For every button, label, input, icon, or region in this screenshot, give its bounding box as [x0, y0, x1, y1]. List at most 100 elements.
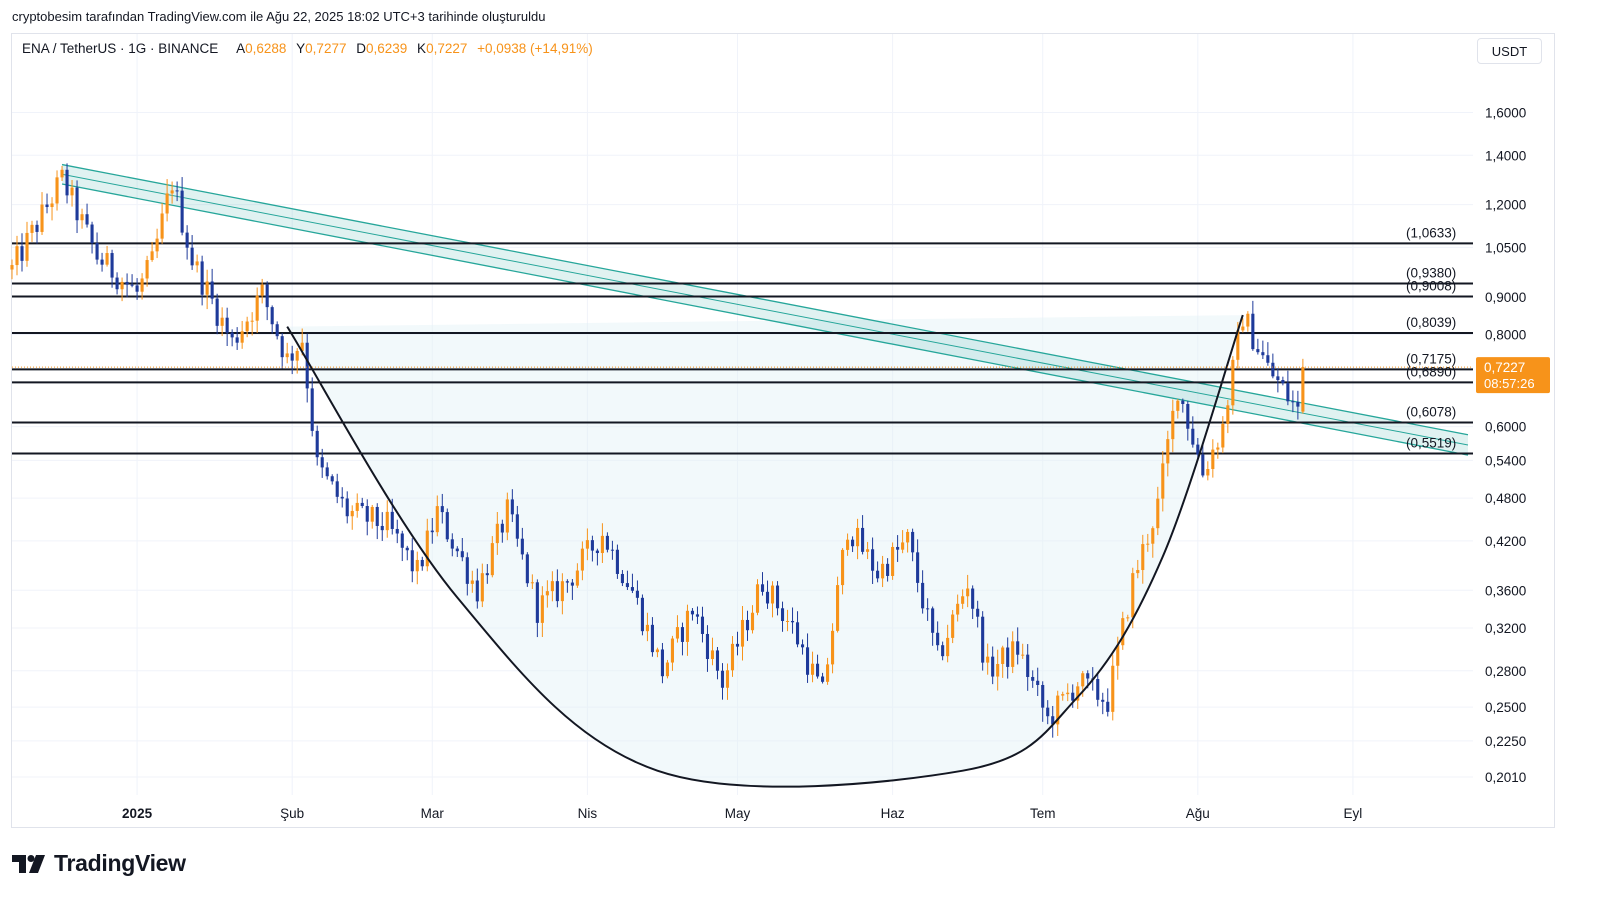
candle-body	[1301, 367, 1305, 412]
currency-selector[interactable]: USDT	[1477, 38, 1542, 64]
x-tick-label: Şub	[280, 806, 304, 821]
candle-body	[575, 570, 579, 586]
candle-body	[851, 539, 855, 547]
candle-body	[445, 512, 449, 540]
level-label: (0,9008)	[1406, 279, 1456, 294]
candle-body	[800, 644, 805, 648]
candle-body	[605, 535, 609, 550]
tradingview-logo-icon	[12, 854, 45, 873]
candle-body	[715, 650, 720, 671]
candle-body	[720, 670, 725, 688]
candle-body	[45, 204, 49, 208]
candle-body	[370, 506, 374, 522]
candle-body	[510, 499, 514, 515]
candle-body	[190, 247, 194, 266]
symbol-name[interactable]: ENA / TetherUS · 1G · BINANCE	[22, 41, 218, 56]
candle-body	[560, 581, 564, 602]
candle-body	[200, 261, 204, 295]
candle-body	[1006, 647, 1010, 667]
candle-body	[1216, 447, 1220, 450]
candle-body	[20, 246, 24, 261]
candle-body	[60, 169, 64, 178]
candle-body	[580, 548, 584, 571]
candle-body	[145, 260, 149, 279]
candle-body	[710, 650, 715, 660]
candle-body	[235, 337, 239, 343]
candle-body	[665, 662, 669, 677]
candle-body	[740, 619, 745, 647]
candle-body	[1251, 313, 1255, 350]
candle-body	[816, 663, 820, 677]
candle-body	[405, 547, 409, 551]
candle-body	[1061, 694, 1065, 696]
candle-body	[465, 557, 469, 584]
candle-body	[310, 388, 314, 431]
candle-body	[941, 645, 945, 657]
candle-body	[220, 317, 224, 326]
candle-body	[1211, 449, 1215, 470]
candle-body	[100, 259, 104, 265]
candle-body	[345, 498, 349, 517]
candle-body	[961, 596, 965, 604]
candle-body	[1276, 376, 1280, 381]
x-tick-label: May	[725, 806, 751, 821]
y-tick-label: 1,6000	[1485, 106, 1526, 121]
candle-body	[1166, 439, 1170, 464]
x-tick-label: 2025	[122, 806, 153, 821]
tradingview-logo[interactable]: TradingView	[12, 850, 186, 877]
candle-body	[210, 281, 214, 299]
candle-body	[70, 187, 74, 196]
candle-body	[911, 531, 915, 553]
candle-body	[1256, 349, 1260, 353]
candle-body	[645, 624, 649, 632]
candle-body	[305, 342, 309, 389]
candle-body	[846, 539, 850, 550]
candle-body	[936, 632, 940, 646]
candle-body	[130, 284, 134, 286]
candle-body	[876, 570, 880, 579]
brand-name: TradingView	[54, 850, 186, 876]
y-tick-label: 0,4200	[1485, 534, 1526, 549]
candle-body	[866, 549, 870, 552]
y-tick-label: 0,2800	[1485, 664, 1526, 679]
candle-body	[65, 169, 69, 196]
y-tick-label: 0,5400	[1485, 453, 1526, 468]
x-tick-label: Haz	[881, 806, 905, 821]
time-axis: 2025 Şub Mar Nis May Haz Tem Ağu Eyl	[122, 806, 1362, 821]
close-value: 0,7227	[426, 41, 468, 56]
candle-body	[1121, 618, 1125, 646]
candle-body	[525, 554, 529, 584]
price-chart[interactable]: (1,0633)(0,9380)(0,9008)(0,8039)(0,7175)…	[0, 0, 1600, 916]
candle-body	[760, 584, 765, 592]
candle-body	[1021, 654, 1025, 656]
candle-body	[355, 502, 359, 511]
candle-body	[85, 214, 89, 225]
low-label: D	[356, 41, 366, 56]
candle-body	[886, 563, 890, 576]
candle-body	[250, 320, 254, 322]
candle-body	[390, 511, 394, 529]
candle-body	[660, 649, 664, 677]
candle-body	[1106, 701, 1110, 712]
candle-body	[240, 331, 244, 343]
candle-body	[380, 525, 384, 531]
candle-body	[180, 190, 184, 233]
candle-body	[30, 224, 34, 233]
candle-body	[1206, 469, 1210, 476]
level-label: (0,6078)	[1406, 405, 1456, 420]
candle-body	[1071, 692, 1075, 701]
candle-body	[926, 608, 930, 610]
y-tick-label: 0,9000	[1485, 290, 1526, 305]
candle-body	[780, 608, 785, 621]
candle-body	[325, 467, 329, 477]
candle-body	[15, 246, 19, 266]
candle-body	[675, 627, 680, 639]
candle-body	[55, 177, 59, 204]
candle-body	[1221, 423, 1225, 448]
candle-body	[105, 253, 109, 265]
candle-body	[785, 620, 790, 622]
candle-body	[10, 265, 14, 270]
candle-body	[295, 350, 299, 361]
candle-body	[725, 670, 730, 688]
candle-body	[50, 203, 54, 208]
